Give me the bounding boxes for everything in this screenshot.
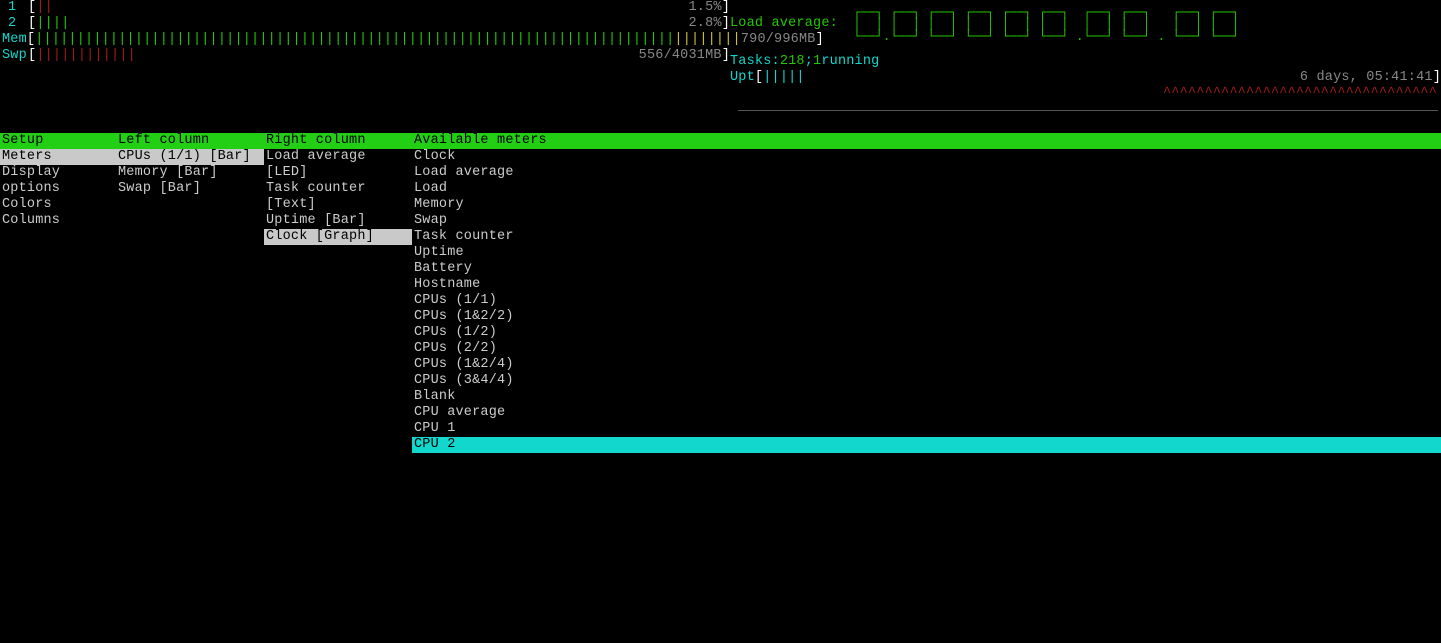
cpu1-value: 1.5% [688,0,721,16]
left-column-item[interactable]: Swap [Bar] [116,181,264,197]
right-column-item[interactable]: Clock [Graph] [264,229,412,245]
left-column-item[interactable]: CPUs (1/1) [Bar] [116,149,264,165]
available-meter-item[interactable]: CPUs (1/2) [412,325,1441,341]
right-column-item[interactable]: Uptime [Bar] [264,213,412,229]
cpu2-label: 2 [0,16,28,32]
mem-label: Mem [0,32,27,48]
available-meter-item[interactable]: Hostname [412,277,1441,293]
swp-label: Swp [0,48,28,64]
cpu1-bar: || [36,0,53,16]
mem-bar-green: ||||||||||||||||||||||||||||||||||||||||… [35,32,674,48]
load-average-meter: Load average: ┌──┐ ┌──┐ ┌──┐ ┌──┐ ┌──┐ ┌… [730,0,1441,48]
left-column-header: Left column [116,133,264,149]
setup-item[interactable]: Display options [0,165,116,197]
uptime-label: Upt [730,70,755,86]
load-led-graph: ┌──┐ ┌──┐ ┌──┐ ┌──┐ ┌──┐ ┌──┐ ┌──┐ ┌──┐ … [846,6,1240,42]
cpu1-label: 1 [0,0,28,16]
setup-item[interactable]: Columns [0,213,116,229]
available-meters-column: Available meters ClockLoad averageLoadMe… [412,133,1441,453]
available-meter-item[interactable]: CPUs (3&4/4) [412,373,1441,389]
tasks-count: 218 [780,54,805,70]
right-column-item[interactable]: Load average [LED] [264,149,412,181]
right-column: Right column Load average [LED]Task coun… [264,133,412,453]
available-meter-item[interactable]: CPUs (1&2/2) [412,309,1441,325]
available-meter-item[interactable]: CPUs (2/2) [412,341,1441,357]
available-meter-item[interactable]: CPU 1 [412,421,1441,437]
available-meters-header: Available meters [412,133,1441,149]
swp-meter: Swp [ |||||||||||| 556/4031MB ] [0,48,730,64]
bracket-open: [ [28,0,36,16]
cpu2-value: 2.8% [688,16,721,32]
bracket-close: ] [722,0,730,16]
load-label: Load average: [730,16,838,32]
uptime-value: 6 days, 05:41:41 [1300,70,1433,86]
available-meter-item[interactable]: Clock [412,149,1441,165]
swp-value: 556/4031MB [639,48,722,64]
setup-header: Setup [0,133,116,149]
available-meter-item[interactable]: Memory [412,197,1441,213]
left-column-item[interactable]: Memory [Bar] [116,165,264,181]
available-meter-item[interactable]: Uptime [412,245,1441,261]
available-meter-item[interactable]: Load [412,181,1441,197]
clock-graph: ^^^^^^^^^^^^^^^^^^^^^^^^^^^^^^^^^ [730,86,1441,102]
setup-item[interactable]: Meters [0,149,116,165]
cpu2-meter: 2 [ |||| 2.8% ] [0,16,730,32]
available-meter-item[interactable]: Load average [412,165,1441,181]
right-column-header: Right column [264,133,412,149]
available-meter-item[interactable]: CPU average [412,405,1441,421]
tasks-running: 1 [813,54,821,70]
setup-item[interactable]: Colors [0,197,116,213]
left-column: Left column CPUs (1/1) [Bar]Memory [Bar]… [116,133,264,453]
swp-bar: |||||||||||| [36,48,136,64]
available-meter-item[interactable]: Blank [412,389,1441,405]
tasks-meter: Tasks: 218 ; 1 running [730,54,1441,70]
available-meter-item[interactable]: Swap [412,213,1441,229]
available-meter-item[interactable]: CPUs (1/1) [412,293,1441,309]
available-meter-item[interactable]: CPU 2 [412,437,1441,453]
separator-line [738,110,1438,111]
setup-column: Setup MetersDisplay optionsColorsColumns [0,133,116,453]
cpu1-meter: 1 [ || 1.5% ] [0,0,730,16]
uptime-meter: Upt [ ||||| 6 days, 05:41:41 ] [730,70,1441,86]
available-meter-item[interactable]: Task counter [412,229,1441,245]
right-column-item[interactable]: Task counter [Text] [264,181,412,213]
available-meter-item[interactable]: CPUs (1&2/4) [412,357,1441,373]
mem-meter: Mem [ ||||||||||||||||||||||||||||||||||… [0,32,730,48]
available-meter-item[interactable]: Battery [412,261,1441,277]
uptime-bar: ||||| [763,70,805,86]
tasks-label: Tasks: [730,54,780,70]
cpu2-bar: |||| [36,16,69,32]
